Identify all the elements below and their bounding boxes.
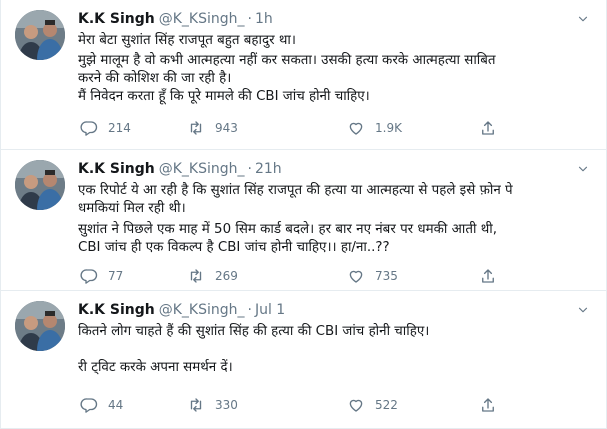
tweet-text-line: मेरा बेटा सुशांत सिंह राजपूत बहुत बहादुर…: [78, 32, 593, 50]
retweet-button[interactable]: 943: [187, 118, 238, 138]
tweet-text: CBI जांच ही एक विकल्प है CBI जांच होनी च…: [78, 240, 390, 255]
retweet-button[interactable]: 330: [187, 395, 238, 415]
tweet-time[interactable]: Jul 1: [255, 302, 285, 318]
retweet-icon: [190, 269, 202, 283]
retweet-icon: [190, 398, 202, 412]
tweet-header: K.K Singh @K_KSingh_ · Jul 1: [78, 302, 285, 318]
tweet-text: करने की कोशिश की जा रही है।: [78, 71, 232, 86]
user-handle[interactable]: @K_KSingh_: [159, 302, 245, 318]
time-separator: ·: [247, 161, 252, 177]
retweets-count: 330: [215, 398, 238, 412]
likes-count: 522: [375, 398, 398, 412]
tweet-text-line: री ट्विट करके अपना समर्थन दें।: [78, 359, 593, 377]
replies-count: 77: [108, 269, 124, 283]
user-name[interactable]: K.K Singh: [78, 161, 155, 177]
retweets-count: 269: [215, 269, 238, 283]
user-handle[interactable]: @K_KSingh_: [159, 11, 245, 27]
time-separator: ·: [247, 302, 252, 318]
tweet-timeline: K.K Singh @K_KSingh_ · 1h मेरा बेटा सुशांत स…: [0, 0, 607, 429]
tweet-text-line: करने की कोशिश की जा रही है।: [78, 70, 593, 88]
more-options-button[interactable]: [576, 12, 590, 26]
share-icon: [482, 398, 494, 412]
tweet-actions: 214 943 1.9K: [80, 118, 500, 138]
avatar[interactable]: [15, 10, 65, 60]
tweet-text: धमकियां मिल रही थी।: [78, 201, 186, 216]
tweet-text: मेरा बेटा सुशांत सिंह राजपूत बहुत बहादुर…: [78, 33, 296, 48]
tweet-header: K.K Singh @K_KSingh_ · 1h: [78, 11, 273, 27]
tweet-time[interactable]: 21h: [255, 161, 282, 177]
like-icon: [349, 122, 363, 135]
tweet[interactable]: K.K Singh @K_KSingh_ · 1h मेरा बेटा सुशांत स…: [1, 0, 606, 150]
reply-button[interactable]: 77: [80, 266, 123, 286]
tweet-text-line: CBI जांच ही एक विकल्प है CBI जांच होनी च…: [78, 239, 593, 257]
share-icon: [482, 269, 494, 283]
tweet-text-line: मुझे मालूम है वो कभी आत्महत्या नहीं कर स…: [78, 52, 593, 70]
tweet[interactable]: K.K Singh @K_KSingh_ · 21h एक रिपोर्ट ये आ र…: [1, 150, 606, 291]
share-button[interactable]: [479, 118, 497, 138]
tweet-actions: 44 330 522: [80, 395, 500, 415]
tweet[interactable]: K.K Singh @K_KSingh_ · Jul 1 कितने लोग चाहते…: [1, 291, 606, 429]
retweet-icon: [190, 121, 202, 135]
user-name[interactable]: K.K Singh: [78, 302, 155, 318]
avatar-image: [15, 301, 65, 351]
like-button[interactable]: 522: [347, 395, 398, 415]
tweet-text-line: कितने लोग चाहते हैं की सुशांत सिंह की हत…: [78, 323, 593, 341]
share-icon: [482, 121, 494, 135]
reply-icon: [80, 269, 98, 284]
share-button[interactable]: [479, 266, 497, 286]
chevron-down-icon: [578, 166, 588, 172]
like-button[interactable]: 1.9K: [347, 118, 402, 138]
avatar-image: [15, 10, 65, 60]
user-handle[interactable]: @K_KSingh_: [159, 161, 245, 177]
tweet-text: री ट्विट करके अपना समर्थन दें।: [78, 360, 233, 375]
avatar[interactable]: [15, 301, 65, 351]
tweet-text: एक रिपोर्ट ये आ रही है कि सुशांत सिंह रा…: [78, 183, 513, 198]
likes-count: 1.9K: [375, 121, 402, 135]
replies-count: 214: [108, 121, 131, 135]
more-options-button[interactable]: [576, 303, 590, 317]
replies-count: 44: [108, 398, 124, 412]
like-icon: [349, 270, 363, 283]
chevron-down-icon: [578, 16, 588, 22]
tweet-text: मुझे मालूम है वो कभी आत्महत्या नहीं कर स…: [78, 53, 496, 68]
time-separator: ·: [247, 11, 252, 27]
avatar-image: [15, 160, 65, 210]
tweet-text: सुशांत ने पिछले एक माह में 50 सिम कार्ड …: [78, 222, 497, 237]
user-name[interactable]: K.K Singh: [78, 11, 155, 27]
reply-icon: [80, 398, 98, 413]
like-icon: [349, 399, 363, 412]
avatar[interactable]: [15, 160, 65, 210]
retweet-button[interactable]: 269: [187, 266, 238, 286]
chevron-down-icon: [578, 307, 588, 313]
tweet-header: K.K Singh @K_KSingh_ · 21h: [78, 161, 282, 177]
tweet-text: कितने लोग चाहते हैं की सुशांत सिंह की हत…: [78, 324, 430, 339]
tweet-actions: 77 269 735: [80, 266, 500, 286]
reply-button[interactable]: 214: [80, 118, 131, 138]
tweet-time[interactable]: 1h: [255, 11, 273, 27]
likes-count: 735: [375, 269, 398, 283]
tweet-text-line: मैं निवेदन करता हूँ कि पूरे मामले की CBI…: [78, 88, 593, 106]
reply-button[interactable]: 44: [80, 395, 123, 415]
reply-icon: [80, 121, 98, 136]
more-options-button[interactable]: [576, 162, 590, 176]
tweet-text-line: धमकियां मिल रही थी।: [78, 200, 593, 218]
retweets-count: 943: [215, 121, 238, 135]
tweet-text: मैं निवेदन करता हूँ कि पूरे मामले की CBI…: [78, 89, 370, 104]
tweet-text-line: सुशांत ने पिछले एक माह में 50 सिम कार्ड …: [78, 221, 593, 239]
like-button[interactable]: 735: [347, 266, 398, 286]
share-button[interactable]: [479, 395, 497, 415]
tweet-text-line: एक रिपोर्ट ये आ रही है कि सुशांत सिंह रा…: [78, 182, 593, 200]
